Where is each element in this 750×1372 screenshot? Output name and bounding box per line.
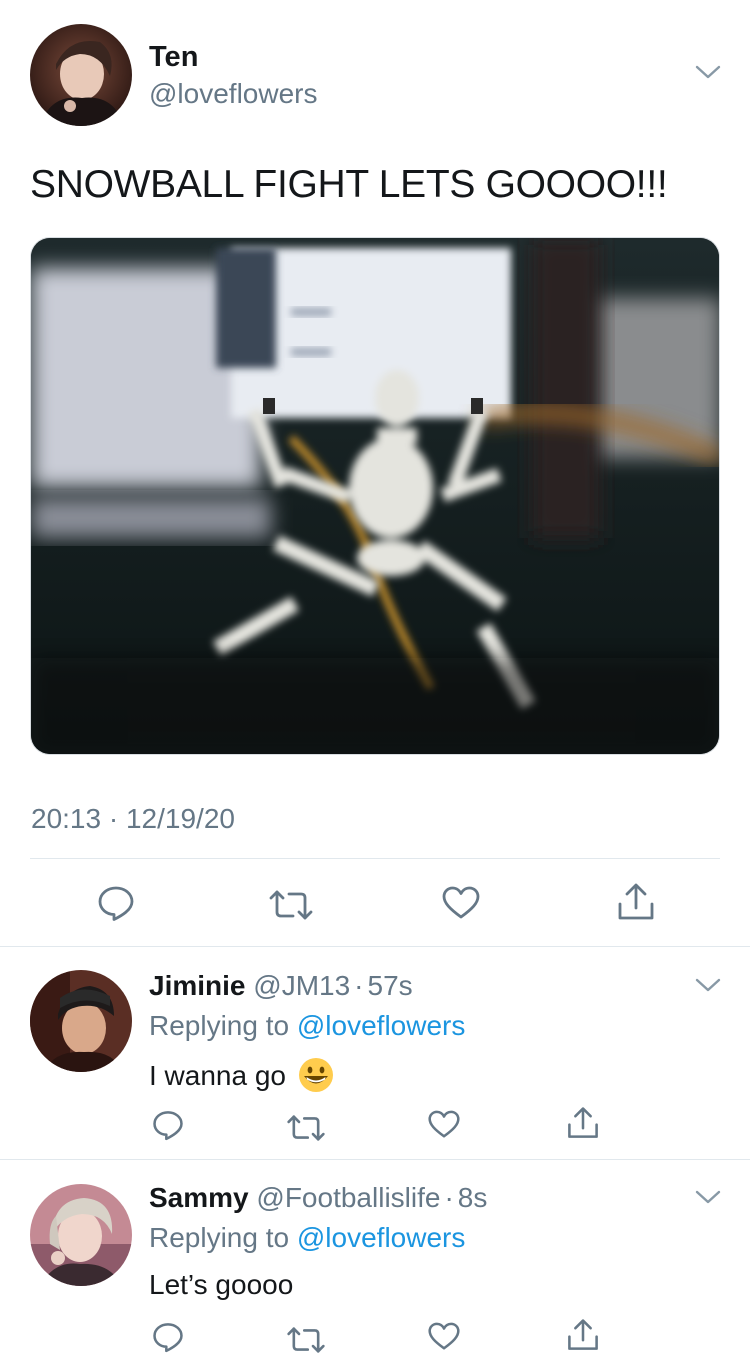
reply-header: Jiminie @JM13 · 57s xyxy=(149,970,413,1002)
author-avatar[interactable] xyxy=(30,24,132,126)
author-handle[interactable]: @loveflowers xyxy=(149,78,317,110)
reply-age: 57s xyxy=(367,970,413,1001)
retweet-icon[interactable] xyxy=(286,1325,326,1355)
section-divider xyxy=(0,946,750,947)
heart-icon[interactable] xyxy=(428,1322,460,1351)
replying-prefix: Replying to xyxy=(149,1222,290,1253)
chevron-down-icon[interactable] xyxy=(694,1187,722,1207)
reply-dot: · xyxy=(354,970,364,1001)
chevron-down-icon[interactable] xyxy=(694,62,722,82)
timestamp-separator: · xyxy=(108,803,119,834)
reply-text: I wanna go xyxy=(149,1060,286,1091)
reply-icon[interactable] xyxy=(97,884,135,922)
reply-icon[interactable] xyxy=(152,1109,184,1141)
reply-author-name[interactable]: Sammy xyxy=(149,1182,249,1213)
reply-author-handle[interactable]: @Footballislife xyxy=(256,1182,440,1213)
reply-age: 8s xyxy=(457,1182,488,1213)
replying-prefix: Replying to xyxy=(149,1010,290,1041)
reply-divider xyxy=(0,1159,750,1160)
tweet-time: 20:13 xyxy=(31,803,102,834)
reply-dot: · xyxy=(444,1182,454,1213)
share-icon[interactable] xyxy=(616,882,656,922)
tweet-text: SNOWBALL FIGHT LETS GOOOO!!! xyxy=(30,163,668,206)
reply-author-name[interactable]: Jiminie xyxy=(149,970,245,1001)
replying-to-line: Replying to @loveflowers xyxy=(149,1222,465,1254)
reply-avatar[interactable] xyxy=(30,1184,132,1286)
timestamp-divider xyxy=(30,858,720,859)
chevron-down-icon[interactable] xyxy=(694,975,722,995)
reply-text: Let’s goooo xyxy=(149,1269,294,1300)
grinning-face-emoji-icon xyxy=(298,1057,334,1100)
replying-to-line: Replying to @loveflowers xyxy=(149,1010,465,1042)
share-icon[interactable] xyxy=(566,1318,600,1352)
replying-to-link[interactable]: @loveflowers xyxy=(297,1010,465,1041)
heart-icon[interactable] xyxy=(428,1110,460,1139)
tweet-timestamp: 20:13 · 12/19/20 xyxy=(31,803,235,835)
author-name[interactable]: Ten xyxy=(149,41,198,74)
retweet-icon[interactable] xyxy=(286,1113,326,1143)
heart-icon[interactable] xyxy=(442,886,480,920)
reply-avatar[interactable] xyxy=(30,970,132,1072)
replying-to-link[interactable]: @loveflowers xyxy=(297,1222,465,1253)
reply-text-line: I wanna go xyxy=(149,1057,334,1100)
share-icon[interactable] xyxy=(566,1106,600,1140)
tweet-media-image[interactable] xyxy=(30,237,720,755)
reply-icon[interactable] xyxy=(152,1321,184,1353)
reply-header: Sammy @Footballislife · 8s xyxy=(149,1182,487,1214)
reply-author-handle[interactable]: @JM13 xyxy=(253,970,350,1001)
tweet-date: 12/19/20 xyxy=(125,803,235,834)
retweet-icon[interactable] xyxy=(268,888,314,922)
